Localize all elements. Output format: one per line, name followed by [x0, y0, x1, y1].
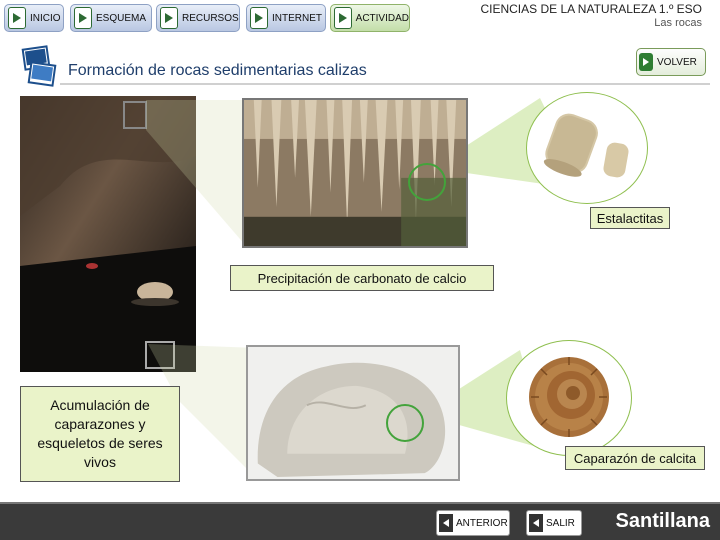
footer-stripe: [0, 502, 720, 504]
precipitacion-label: Precipitación de carbonato de calcio: [230, 265, 494, 291]
nav-button-inicio[interactable]: INICIO: [4, 4, 64, 32]
caparazon-label: Caparazón de calcita: [565, 446, 705, 470]
footer-bar: [0, 502, 720, 540]
highlight-circle-stalactites: [408, 163, 446, 201]
nav-label: ESQUEMA: [96, 12, 147, 24]
nav-label: INTERNET: [272, 12, 322, 24]
back-arrow-icon: [439, 514, 453, 532]
nav-label: RECURSOS: [182, 12, 239, 24]
page-title: Formación de rocas sedimentarias calizas: [68, 62, 367, 79]
ammonite-shell-circle: [506, 340, 632, 456]
nav-button-internet[interactable]: INTERNET: [246, 4, 326, 32]
play-arrow-icon: [334, 7, 352, 29]
nav-label: INICIO: [30, 12, 61, 24]
nav-button-actividad[interactable]: ACTIVIDAD: [330, 4, 410, 32]
highlight-circle-rock: [386, 404, 424, 442]
volver-button[interactable]: VOLVER: [636, 48, 706, 76]
limestone-rock-photo: [246, 345, 460, 481]
anterior-label: ANTERIOR: [456, 517, 508, 529]
nav-button-recursos[interactable]: RECURSOS: [156, 4, 240, 32]
play-arrow-icon: [250, 7, 268, 29]
salir-button[interactable]: SALIR: [526, 510, 582, 536]
unit-title: Las rocas: [654, 17, 702, 29]
play-arrow-icon: [8, 7, 26, 29]
play-arrow-icon: [74, 7, 92, 29]
anterior-button[interactable]: ANTERIOR: [436, 510, 510, 536]
nav-label: ACTIVIDAD: [355, 12, 409, 24]
back-arrow-icon: [529, 514, 543, 532]
subject-title: CIENCIAS DE LA NATURALEZA 1.º ESO: [480, 2, 702, 16]
estalactitas-label: Estalactitas: [590, 207, 670, 229]
photo-frames-icon: [16, 44, 60, 88]
volver-label: VOLVER: [657, 56, 697, 68]
play-arrow-icon: [160, 7, 178, 29]
calcite-sample-circle: [526, 92, 648, 204]
play-arrow-icon: [639, 53, 653, 71]
salir-label: SALIR: [546, 517, 575, 529]
title-divider: [60, 83, 710, 85]
nav-button-esquema[interactable]: ESQUEMA: [70, 4, 152, 32]
acumulacion-label: Acumulación de caparazones y esqueletos …: [20, 386, 180, 482]
subject-header: CIENCIAS DE LA NATURALEZA 1.º ESO Las ro…: [480, 2, 702, 30]
cave-photo: [20, 96, 196, 372]
santillana-logo: Santillana: [615, 510, 710, 532]
